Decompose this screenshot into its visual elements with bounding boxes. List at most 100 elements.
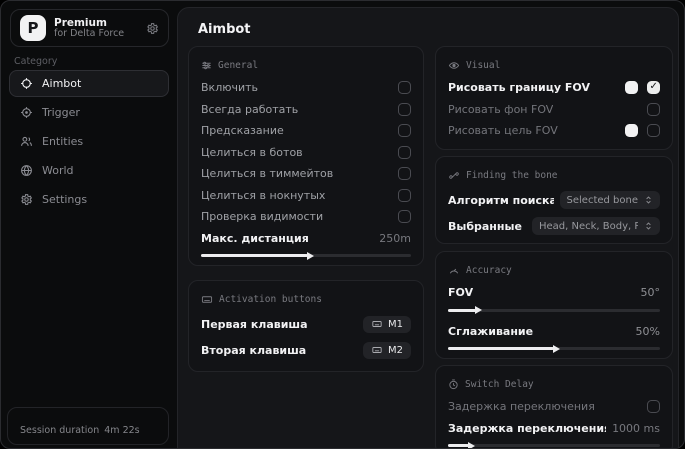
panel-accuracy: Accuracy FOV 50° Сглаживание 50% xyxy=(435,251,673,359)
visual-row-label: Рисовать границу FOV xyxy=(448,81,590,95)
checkbox-label: Целиться в ботов xyxy=(201,145,303,159)
max-distance-slider[interactable] xyxy=(201,251,411,260)
gear-icon[interactable] xyxy=(146,22,159,35)
slider-label: Задержка переключения (мс) xyxy=(448,421,607,435)
keyboard-icon xyxy=(201,294,213,305)
category-label: Category xyxy=(14,56,58,67)
brand-subtitle: for Delta Force xyxy=(54,27,125,39)
entities-icon xyxy=(20,135,33,148)
keyboard-icon xyxy=(371,319,383,329)
sidebar-nav: Aimbot Trigger Entities World Settings xyxy=(9,70,169,215)
checkbox-target-bots[interactable] xyxy=(398,145,411,159)
bone-row-label: Выбранные кос xyxy=(448,219,526,233)
trigger-icon xyxy=(20,106,33,119)
page-title: Aimbot xyxy=(198,22,251,37)
panel-title: Accuracy xyxy=(466,264,512,276)
checkbox-label: Целиться в тиммейтов xyxy=(201,167,334,181)
bone-icon xyxy=(448,170,460,181)
checkbox-draw-fov-background[interactable] xyxy=(647,102,660,116)
dropdown-value: Head, Neck, Body, Pe... xyxy=(539,220,638,232)
bone-algorithm-dropdown[interactable]: Selected bone xyxy=(559,191,660,209)
keybind-key: M1 xyxy=(388,318,403,330)
checkbox-label: Всегда работать xyxy=(201,102,299,116)
checkbox-label: Целиться в нокнутых xyxy=(201,188,326,202)
crosshair-icon xyxy=(20,77,33,90)
keybind-key: M2 xyxy=(388,344,403,356)
checkbox-label: Задержка переключения xyxy=(448,400,595,414)
stopwatch-icon xyxy=(448,378,459,390)
sidebar-item-trigger[interactable]: Trigger xyxy=(9,99,169,126)
sidebar-item-label: World xyxy=(42,164,74,177)
sidebar-item-aimbot[interactable]: Aimbot xyxy=(9,70,169,97)
panel-title: Finding the bone xyxy=(466,169,558,181)
panel-activation-buttons: Activation buttons Первая клавиша M1 Вто… xyxy=(188,280,424,372)
gear-icon xyxy=(20,193,33,206)
color-swatch[interactable] xyxy=(625,81,638,95)
keybind-button-first[interactable]: M1 xyxy=(363,315,411,333)
sidebar-item-settings[interactable]: Settings xyxy=(9,186,169,213)
keyboard-icon xyxy=(371,345,383,355)
sidebar-item-label: Trigger xyxy=(42,106,80,119)
slider-label: Сглаживание xyxy=(448,324,534,338)
slider-label: Макс. дистанция xyxy=(201,231,309,245)
checkbox-target-teammates[interactable] xyxy=(398,167,411,181)
sliders-icon xyxy=(201,60,212,71)
slider-value: 1000 ms xyxy=(612,421,660,435)
panel-visual: Visual Рисовать границу FOV Рисовать фон… xyxy=(435,46,673,150)
checkbox-enable[interactable] xyxy=(398,81,411,95)
panel-title: Activation buttons xyxy=(219,293,322,305)
switch-delay-slider[interactable] xyxy=(448,441,660,448)
bone-row-label: Алгоритм поиска кост xyxy=(448,193,554,207)
slider-value: 250m xyxy=(379,231,411,245)
panel-general: General Включить Всегда работать Предска… xyxy=(188,46,424,266)
slider-fill[interactable] xyxy=(448,306,482,314)
brand-title: Premium xyxy=(54,16,107,29)
slider-value: 50° xyxy=(640,286,661,300)
sidebar: P Premium for Delta Force Category Aimbo… xyxy=(1,1,177,448)
panel-finding-bone: Finding the bone Алгоритм поиска кост Se… xyxy=(435,156,673,244)
checkbox-label: Проверка видимости xyxy=(201,210,324,224)
slider-label: FOV xyxy=(448,286,474,300)
checkbox-visibility-check[interactable] xyxy=(398,210,411,224)
checkbox-target-knocked[interactable] xyxy=(398,188,411,202)
checkbox-always-work[interactable] xyxy=(398,102,411,116)
slider-value: 50% xyxy=(635,324,660,338)
sidebar-item-world[interactable]: World xyxy=(9,157,169,184)
chevron-up-down-icon xyxy=(644,195,653,205)
slider-fill[interactable] xyxy=(448,441,476,448)
sidebar-item-entities[interactable]: Entities xyxy=(9,128,169,155)
checkbox-switch-delay[interactable] xyxy=(647,400,660,414)
sidebar-item-label: Entities xyxy=(42,135,84,148)
brand-card[interactable]: P Premium for Delta Force xyxy=(10,9,169,47)
keybind-label: Вторая клавиша xyxy=(201,343,307,357)
session-duration-box: Session duration 4m 22s xyxy=(7,407,169,445)
checkbox-draw-fov-target[interactable] xyxy=(647,124,660,138)
checkbox-label: Предсказание xyxy=(201,124,284,138)
sidebar-item-label: Aimbot xyxy=(42,77,82,90)
panel-title: Switch Delay xyxy=(465,378,534,390)
keybind-label: Первая клавиша xyxy=(201,317,308,331)
keybind-button-second[interactable]: M2 xyxy=(363,341,411,359)
session-duration-value: 4m 22s xyxy=(104,425,140,436)
gauge-icon xyxy=(448,265,460,276)
app-window: P Premium for Delta Force Category Aimbo… xyxy=(0,0,685,449)
sidebar-item-label: Settings xyxy=(42,193,88,206)
visual-row-label: Рисовать фон FOV xyxy=(448,102,554,116)
smoothing-slider[interactable] xyxy=(448,344,660,353)
globe-icon xyxy=(20,164,33,177)
brand-logo: P xyxy=(20,15,46,41)
session-duration-label: Session duration xyxy=(20,425,100,436)
selected-bones-dropdown[interactable]: Head, Neck, Body, Pe... xyxy=(532,217,660,235)
fov-slider[interactable] xyxy=(448,306,660,314)
eye-icon xyxy=(448,60,460,71)
slider-fill[interactable] xyxy=(201,251,315,260)
slider-fill[interactable] xyxy=(448,344,560,353)
visual-row-label: Рисовать цель FOV xyxy=(448,124,558,138)
panel-switch-delay: Switch Delay Задержка переключения Задер… xyxy=(435,365,673,448)
checkbox-prediction[interactable] xyxy=(398,124,411,138)
main-content: Aimbot General Включить Всегда работать … xyxy=(177,7,679,448)
panel-title: General xyxy=(218,59,259,71)
color-swatch[interactable] xyxy=(625,124,638,138)
checkbox-draw-fov-border[interactable] xyxy=(647,81,660,95)
dropdown-value: Selected bone xyxy=(566,194,638,206)
